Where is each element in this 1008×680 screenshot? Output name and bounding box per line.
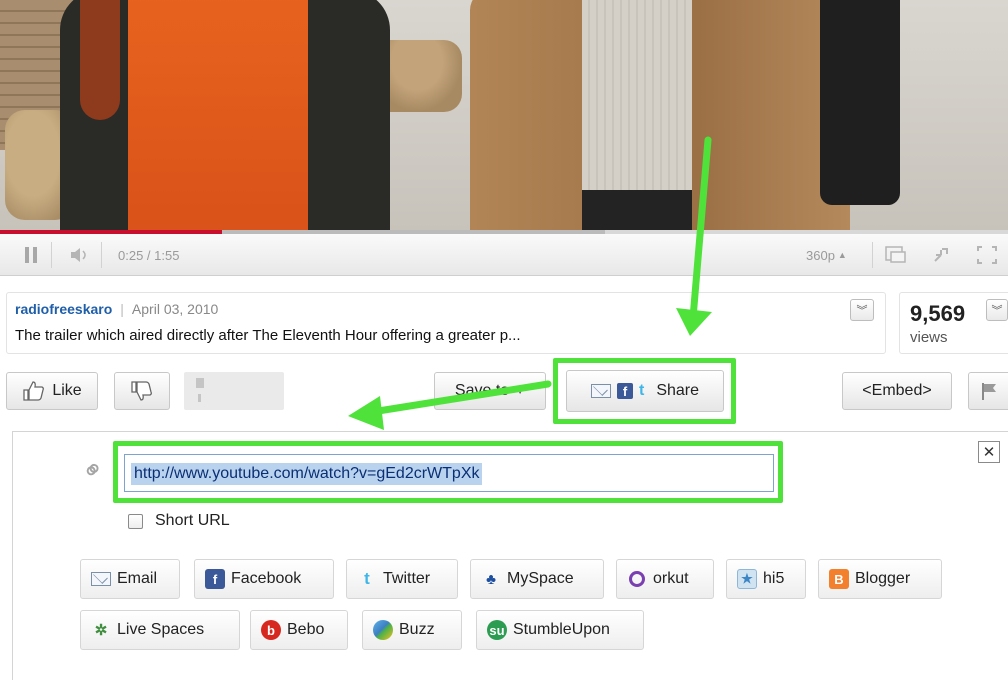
hi5-star-icon: ★	[737, 569, 757, 589]
volume-button[interactable]	[58, 242, 102, 268]
share-buzz-button[interactable]: Buzz	[362, 610, 462, 650]
service-label: Email	[117, 570, 158, 587]
ratings-bar	[184, 372, 284, 410]
share-url-text: http://www.youtube.com/watch?v=gEd2crWTp…	[131, 463, 483, 485]
dislike-button[interactable]	[114, 372, 170, 410]
uploader-link[interactable]: radiofreeskaro	[15, 301, 112, 317]
share-email-button[interactable]: Email	[80, 559, 180, 599]
video-meta: radiofreeskaro | April 03, 2010	[15, 301, 218, 317]
person-left-shirt	[128, 0, 308, 230]
thumbs-up-icon	[23, 381, 45, 401]
service-label: orkut	[653, 570, 689, 587]
share-orkut-button[interactable]: orkut	[616, 559, 714, 599]
service-label: Facebook	[231, 570, 302, 587]
thumbs-down-icon	[131, 381, 152, 401]
pause-button[interactable]	[10, 242, 52, 268]
embed-button[interactable]: <Embed>	[842, 372, 952, 410]
live-spaces-icon: ✲	[94, 622, 108, 639]
service-label: StumbleUpon	[513, 621, 610, 638]
like-label: Like	[52, 382, 82, 399]
quality-button[interactable]: 360p ▲	[806, 242, 847, 268]
save-to-label: Save to	[454, 382, 510, 399]
more-info-button[interactable]: ︾	[850, 299, 874, 321]
close-icon: ✕	[982, 444, 996, 461]
share-bebo-button[interactable]: b Bebo	[250, 610, 348, 650]
blogger-icon: B	[829, 569, 849, 589]
buzz-icon	[373, 620, 393, 640]
quality-label: 360p	[806, 247, 835, 263]
orkut-icon	[627, 569, 647, 589]
fullscreen-button[interactable]	[970, 242, 1004, 268]
popout-icon	[885, 246, 906, 263]
person-left-hair	[80, 0, 120, 120]
short-url-checkbox[interactable]	[128, 513, 143, 529]
myspace-icon: ♣	[486, 570, 496, 588]
stats-button[interactable]: ︾	[986, 299, 1008, 321]
fullscreen-icon	[977, 246, 997, 264]
expand-player-button[interactable]	[926, 242, 956, 268]
share-blogger-button[interactable]: B Blogger	[818, 559, 942, 599]
service-label: hi5	[763, 570, 785, 587]
embed-label: <Embed>	[862, 382, 932, 399]
share-hi5-button[interactable]: ★ hi5	[726, 559, 806, 599]
views-count: 9,569	[910, 301, 966, 326]
share-myspace-button[interactable]: ♣ MySpace	[470, 559, 604, 599]
views-label: views	[910, 329, 948, 346]
progress-played	[0, 230, 222, 234]
service-label: MySpace	[507, 570, 574, 587]
flag-button[interactable]	[968, 372, 1008, 410]
service-label: Blogger	[855, 570, 911, 587]
player-controls: 0:25 / 1:55 360p ▲	[0, 234, 1008, 276]
video-info-box: radiofreeskaro | April 03, 2010 The traile…	[6, 292, 886, 354]
video-description: The trailer which aired directly after T…	[15, 327, 521, 344]
service-label: Twitter	[383, 570, 431, 587]
short-url-label: Short URL	[155, 512, 230, 529]
service-label: Buzz	[399, 621, 435, 638]
share-facebook-button[interactable]: f Facebook	[194, 559, 334, 599]
video-frame[interactable]	[0, 0, 1008, 230]
close-share-button[interactable]: ✕	[978, 441, 1000, 463]
share-live-spaces-button[interactable]: ✲ Live Spaces	[80, 610, 240, 650]
facebook-icon: f	[205, 569, 225, 589]
share-stumbleupon-button[interactable]: su StumbleUpon	[476, 610, 644, 650]
meta-separator: |	[120, 301, 124, 317]
person-center-shirt	[582, 0, 692, 190]
person-center-pants	[582, 190, 692, 230]
short-url-option[interactable]: Short URL	[128, 512, 230, 530]
person-right	[820, 0, 900, 205]
twitter-icon: t	[364, 569, 370, 588]
share-twitter-button[interactable]: t Twitter	[346, 559, 458, 599]
expand-arrows-icon	[934, 248, 948, 262]
service-label: Bebo	[287, 621, 325, 638]
double-chevron-down-icon: ︾	[991, 305, 1003, 317]
stumbleupon-icon: su	[487, 620, 507, 640]
service-label: Live Spaces	[117, 621, 205, 638]
bebo-icon: b	[261, 620, 281, 640]
divider	[872, 242, 873, 268]
save-to-button[interactable]: Save to ▼	[434, 372, 546, 410]
popout-button[interactable]	[880, 242, 912, 268]
double-chevron-down-icon: ︾	[856, 305, 868, 317]
upload-date: April 03, 2010	[131, 301, 219, 317]
flag-icon	[982, 383, 996, 400]
email-icon	[91, 572, 111, 586]
speaker-icon	[70, 248, 86, 262]
caret-up-icon: ▲	[837, 250, 847, 260]
like-button[interactable]: Like	[6, 372, 98, 410]
share-highlight-box	[553, 358, 736, 424]
caret-down-icon: ▼	[515, 385, 526, 397]
time-display: 0:25 / 1:55	[118, 247, 180, 263]
